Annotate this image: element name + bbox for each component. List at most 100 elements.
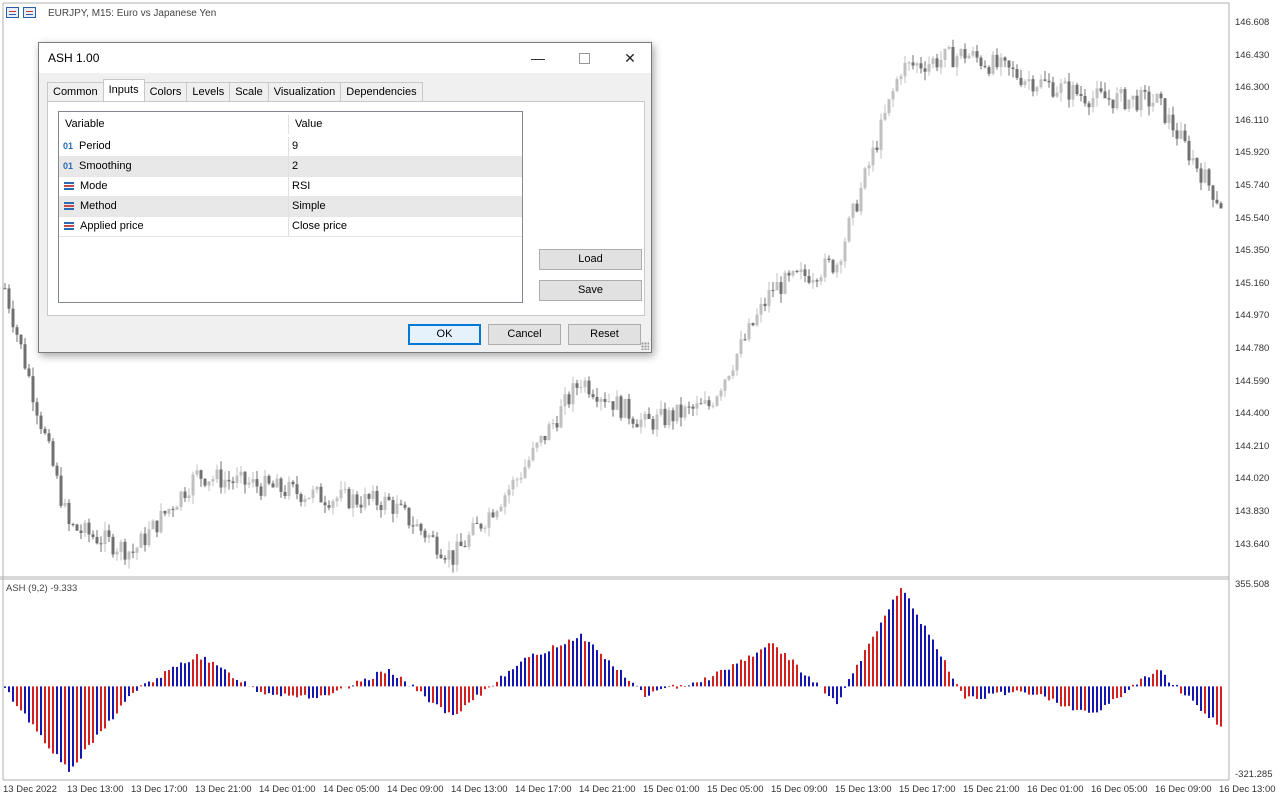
candle-body xyxy=(763,303,767,307)
tab-common[interactable]: Common xyxy=(47,82,104,101)
candle-body xyxy=(223,479,227,488)
variable-name: Applied price xyxy=(80,220,144,232)
candle-body xyxy=(87,522,91,535)
tab-levels[interactable]: Levels xyxy=(186,82,231,101)
indicator-icon[interactable] xyxy=(23,7,36,18)
candle-body xyxy=(827,258,831,260)
candle-body xyxy=(179,491,183,508)
time-tick-label: 16 Dec 05:00 xyxy=(1091,784,1148,795)
value-cell[interactable]: Simple xyxy=(292,197,326,216)
tab-inputs[interactable]: Inputs xyxy=(102,79,145,101)
dialog-titlebar[interactable]: ASH 1.00 — ✕ xyxy=(39,43,651,73)
tab-visualization[interactable]: Visualization xyxy=(267,82,342,101)
cancel-button[interactable]: Cancel xyxy=(488,324,561,345)
close-button[interactable]: ✕ xyxy=(607,43,653,73)
candle-body xyxy=(1107,98,1111,100)
candle-body xyxy=(171,508,175,510)
candle-body xyxy=(619,396,623,418)
value-cell[interactable]: Close price xyxy=(292,217,347,236)
candle-body xyxy=(127,551,131,560)
candle-body xyxy=(511,479,515,490)
candle-body xyxy=(43,428,47,434)
tab-scale[interactable]: Scale xyxy=(229,82,269,101)
candle-body xyxy=(19,334,23,345)
value-cell[interactable]: RSI xyxy=(292,177,310,196)
candle-body xyxy=(451,550,455,565)
save-button[interactable]: Save xyxy=(539,280,642,301)
candle-body xyxy=(799,269,803,272)
symbol-icons[interactable] xyxy=(6,7,36,18)
candle-body xyxy=(15,327,19,335)
load-button[interactable]: Load xyxy=(539,249,642,270)
candle-body xyxy=(55,465,59,476)
candle-body xyxy=(639,419,643,428)
candle-body xyxy=(1115,93,1119,109)
candle-body xyxy=(959,49,963,57)
candle-body xyxy=(851,203,855,218)
candle-body xyxy=(947,47,951,49)
tab-colors[interactable]: Colors xyxy=(143,82,188,101)
dialog-tabs: Common Inputs Colors Levels Scale Visual… xyxy=(47,79,423,101)
input-row-period[interactable]: 01 Period 9 xyxy=(59,137,522,157)
candle-body xyxy=(503,495,507,507)
price-tick-label: 143.640 xyxy=(1235,538,1270,550)
candle-body xyxy=(427,535,431,538)
candle-body xyxy=(375,490,379,506)
value-cell[interactable]: 2 xyxy=(292,157,298,176)
price-tick-label: 144.590 xyxy=(1235,375,1270,387)
header-value[interactable]: Value xyxy=(295,115,322,134)
price-tick-label: 144.970 xyxy=(1235,310,1270,322)
time-tick-label: 13 Dec 21:00 xyxy=(195,784,252,795)
candle-body xyxy=(311,489,315,498)
candle-body xyxy=(1087,103,1091,108)
resize-grip[interactable] xyxy=(641,342,649,350)
candle-body xyxy=(1147,91,1151,107)
number-icon: 01 xyxy=(63,161,74,171)
input-row-applied-price[interactable]: Applied price Close price xyxy=(59,217,522,237)
tab-dependencies[interactable]: Dependencies xyxy=(340,82,423,101)
candle-body xyxy=(1039,79,1043,88)
candle-body xyxy=(643,413,647,420)
candle-body xyxy=(871,147,875,166)
time-tick-label: 14 Dec 13:00 xyxy=(451,784,508,795)
input-row-method[interactable]: Method Simple xyxy=(59,197,522,217)
candle-body xyxy=(23,344,27,369)
value-cell[interactable]: 9 xyxy=(292,137,298,156)
candle-body xyxy=(115,551,119,555)
candle-body xyxy=(251,479,255,483)
candle-body xyxy=(795,270,799,272)
candle-body xyxy=(1035,87,1039,92)
ok-button[interactable]: OK xyxy=(408,324,481,345)
candle-body xyxy=(295,484,299,494)
minimize-button[interactable]: — xyxy=(515,43,561,73)
candle-body xyxy=(1003,57,1007,61)
candle-body xyxy=(423,530,427,538)
candle-body xyxy=(159,511,163,533)
candle-body xyxy=(1051,82,1055,97)
candle-body xyxy=(955,56,959,68)
candle-body xyxy=(379,505,383,511)
candle-body xyxy=(167,508,171,514)
candle-body xyxy=(419,524,423,531)
candle-body xyxy=(863,168,867,189)
candle-body xyxy=(315,486,319,490)
candle-body xyxy=(415,524,419,527)
candle-body xyxy=(527,460,531,468)
time-tick-label: 16 Dec 13:00 xyxy=(1219,784,1276,795)
input-row-mode[interactable]: Mode RSI xyxy=(59,177,522,197)
candle-body xyxy=(1067,81,1071,100)
maximize-button[interactable] xyxy=(561,43,607,73)
candle-body xyxy=(767,289,771,307)
chart-menu-icon[interactable] xyxy=(6,7,19,18)
candle-body xyxy=(343,488,347,490)
input-row-smoothing[interactable]: 01 Smoothing 2 xyxy=(59,157,522,177)
candle-body xyxy=(119,541,123,552)
reset-button[interactable]: Reset xyxy=(568,324,641,345)
header-variable[interactable]: Variable xyxy=(59,115,289,134)
candle-body xyxy=(479,523,483,529)
candle-body xyxy=(1011,67,1015,70)
candle-body xyxy=(927,64,931,72)
candle-body xyxy=(319,486,323,503)
grid-header: Variable Value xyxy=(59,115,522,135)
candle-body xyxy=(983,66,987,68)
